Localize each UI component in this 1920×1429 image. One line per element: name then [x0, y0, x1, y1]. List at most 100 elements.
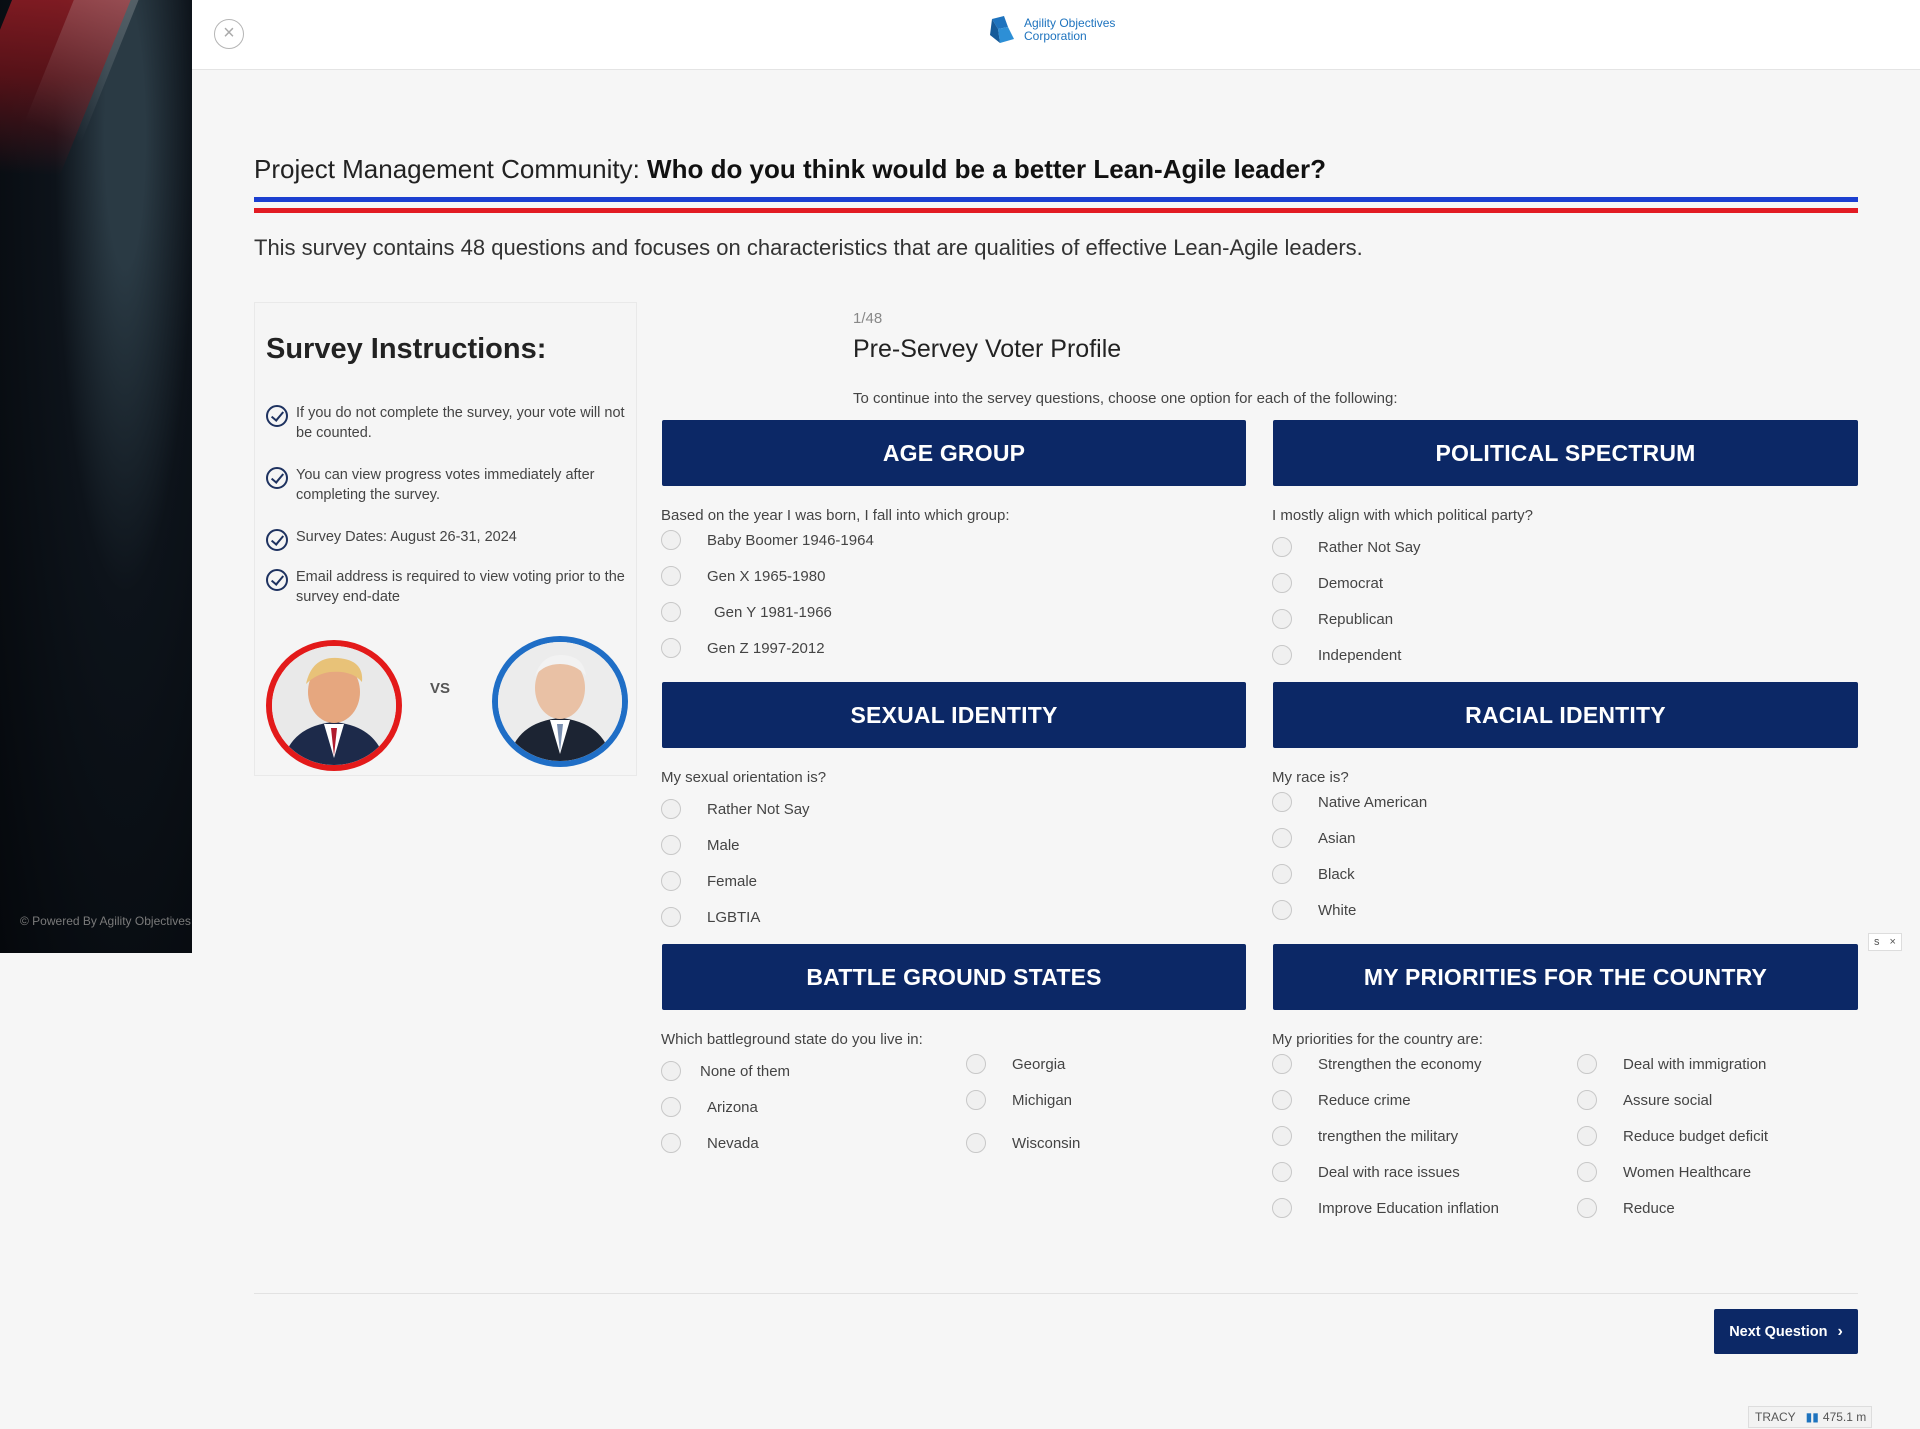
priority-option[interactable]: Improve Education inflation [1272, 1198, 1499, 1218]
radio-button[interactable] [661, 530, 681, 550]
radio-button[interactable] [661, 1133, 681, 1153]
age-group-banner: AGE GROUP [662, 420, 1246, 486]
versus-label: VS [430, 680, 451, 697]
priority-option[interactable]: trengthen the military [1272, 1126, 1458, 1146]
age-option[interactable]: Gen Z 1997-2012 [661, 638, 825, 658]
age-option[interactable]: Gen X 1965-1980 [661, 566, 825, 586]
age-option[interactable]: Baby Boomer 1946-1964 [661, 530, 874, 550]
priority-option[interactable]: Women Healthcare [1577, 1162, 1751, 1182]
radio-button[interactable] [1272, 573, 1292, 593]
instruction-item: If you do not complete the survey, your … [266, 403, 626, 443]
checkbox-circle[interactable] [1577, 1090, 1597, 1110]
political-spectrum-label: I mostly align with which political part… [1272, 507, 1533, 524]
battleground-option[interactable]: Michigan [966, 1090, 1072, 1110]
radio-button[interactable] [1272, 828, 1292, 848]
footer-divider [254, 1293, 1858, 1294]
instructions-card: Survey Instructions: If you do not compl… [254, 302, 637, 776]
age-option[interactable]: Gen Y 1981-1966 [661, 602, 832, 622]
sexual-option[interactable]: Female [661, 871, 757, 891]
radio-button[interactable] [661, 907, 681, 927]
racial-identity-label: My race is? [1272, 769, 1349, 786]
political-option[interactable]: Independent [1272, 645, 1401, 665]
survey-intro: This survey contains 48 questions and fo… [254, 235, 1363, 260]
company-logo: Agility Objectives Corporation [988, 15, 1115, 45]
checkbox-circle[interactable] [1272, 1162, 1292, 1182]
question-number: 1/48 [853, 310, 883, 327]
political-option[interactable]: Rather Not Say [1272, 537, 1421, 557]
check-circle-icon [266, 529, 288, 551]
sexual-option[interactable]: Rather Not Say [661, 799, 810, 819]
checkbox-circle[interactable] [1577, 1054, 1597, 1074]
radio-button[interactable] [966, 1133, 986, 1153]
radio-button[interactable] [661, 799, 681, 819]
battleground-option[interactable]: None of them [661, 1061, 790, 1081]
title-rule-red [254, 208, 1858, 213]
top-bar: × Agility Objectives Corporation [192, 0, 1920, 70]
radio-button[interactable] [661, 566, 681, 586]
priority-option[interactable]: Reduce crime [1272, 1090, 1411, 1110]
check-circle-icon [266, 405, 288, 427]
checkbox-circle[interactable] [1272, 1198, 1292, 1218]
tracy-widget: TRACY ▮▮ 475.1 m [1748, 1406, 1872, 1428]
radio-button[interactable] [661, 1097, 681, 1117]
battleground-option[interactable]: Georgia [966, 1054, 1065, 1074]
sexual-identity-label: My sexual orientation is? [661, 769, 827, 786]
racial-identity-banner: RACIAL IDENTITY [1273, 682, 1858, 748]
radio-button[interactable] [1272, 900, 1292, 920]
radio-button[interactable] [661, 602, 681, 622]
race-option[interactable]: Asian [1272, 828, 1356, 848]
sexual-option[interactable]: Male [661, 835, 740, 855]
background-side-panel: © Powered By Agility Objectives [0, 0, 192, 953]
political-option[interactable]: Democrat [1272, 573, 1383, 593]
candidate-avatar-blue [492, 636, 628, 767]
race-option[interactable]: Black [1272, 864, 1355, 884]
close-icon[interactable]: × [1890, 936, 1896, 948]
checkbox-circle[interactable] [1577, 1126, 1597, 1146]
battleground-option[interactable]: Nevada [661, 1133, 759, 1153]
priority-option[interactable]: Strengthen the economy [1272, 1054, 1481, 1074]
race-option[interactable]: White [1272, 900, 1356, 920]
race-option[interactable]: Native American [1272, 792, 1427, 812]
radio-button[interactable] [1272, 537, 1292, 557]
checkbox-circle[interactable] [1272, 1126, 1292, 1146]
battleground-option[interactable]: Wisconsin [966, 1133, 1080, 1153]
page-title-prefix: Project Management Community: [254, 154, 648, 184]
battleground-option[interactable]: Arizona [661, 1097, 758, 1117]
sexual-option[interactable]: LGBTIA [661, 907, 760, 927]
radio-button[interactable] [1272, 609, 1292, 629]
radio-button[interactable] [1272, 864, 1292, 884]
priority-option[interactable]: Reduce budget deficit [1577, 1126, 1768, 1146]
priority-option[interactable]: Assure social [1577, 1090, 1712, 1110]
political-spectrum-banner: POLITICAL SPECTRUM [1273, 420, 1858, 486]
checkbox-circle[interactable] [1272, 1090, 1292, 1110]
battleground-states-banner: BATTLE GROUND STATES [662, 944, 1246, 1010]
powered-by-text: © Powered By Agility Objectives [20, 914, 191, 928]
radio-button[interactable] [966, 1090, 986, 1110]
radio-button[interactable] [661, 871, 681, 891]
ad-close-widget[interactable]: s × [1868, 933, 1902, 951]
bar-chart-icon: ▮▮ [1805, 1410, 1819, 1424]
radio-button[interactable] [661, 1061, 681, 1081]
checkbox-circle[interactable] [1577, 1162, 1597, 1182]
radio-button[interactable] [661, 835, 681, 855]
radio-button[interactable] [1272, 792, 1292, 812]
checkbox-circle[interactable] [1577, 1198, 1597, 1218]
priority-option[interactable]: Reduce [1577, 1198, 1675, 1218]
political-option[interactable]: Republican [1272, 609, 1393, 629]
priority-option[interactable]: Deal with race issues [1272, 1162, 1460, 1182]
check-circle-icon [266, 569, 288, 591]
tracy-label: TRACY [1755, 1410, 1796, 1424]
checkbox-circle[interactable] [1272, 1054, 1292, 1074]
radio-button[interactable] [1272, 645, 1292, 665]
next-question-button[interactable]: Next Question › [1714, 1309, 1858, 1354]
survey-modal: × Agility Objectives Corporation Project… [192, 0, 1920, 1429]
priority-option[interactable]: Deal with immigration [1577, 1054, 1766, 1074]
instruction-item: You can view progress votes immediately … [266, 465, 626, 505]
close-icon: × [223, 22, 235, 44]
instruction-item: Survey Dates: August 26-31, 2024 [266, 527, 626, 551]
radio-button[interactable] [661, 638, 681, 658]
radio-button[interactable] [966, 1054, 986, 1074]
close-button[interactable]: × [214, 19, 244, 49]
tracy-value: 475.1 m [1822, 1410, 1867, 1424]
chevron-right-icon: › [1837, 1322, 1843, 1340]
